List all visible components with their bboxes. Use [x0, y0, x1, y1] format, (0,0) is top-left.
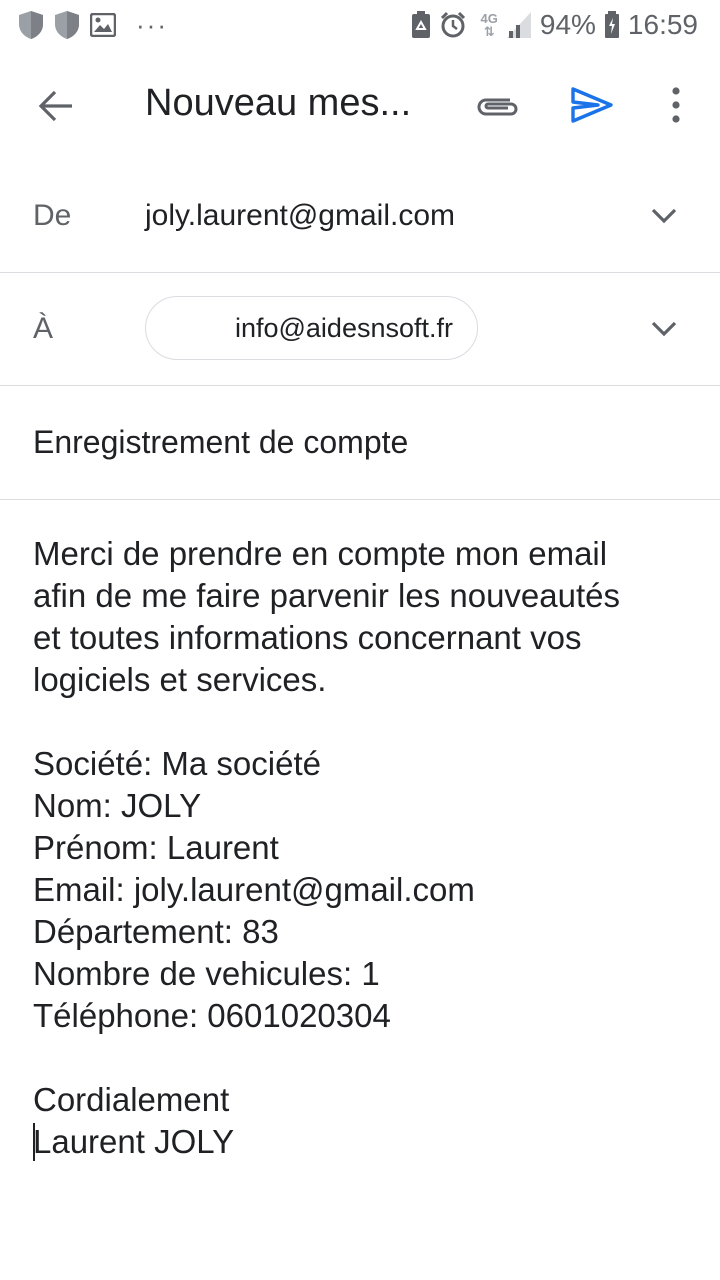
- message-body[interactable]: Merci de prendre en compte mon email afi…: [33, 533, 693, 1163]
- body-line: Département: 83: [33, 913, 279, 950]
- from-value[interactable]: joly.laurent@gmail.com: [145, 199, 455, 233]
- image-icon: [90, 13, 116, 37]
- recipient-email: info@aidesnsoft.fr: [234, 312, 453, 343]
- more-options-button[interactable]: [660, 80, 692, 130]
- body-signature: Laurent JOLY: [33, 1123, 235, 1160]
- divider: [0, 499, 720, 500]
- body-line: afin de me faire parvenir les nouveautés: [33, 577, 621, 614]
- to-label: À: [33, 312, 54, 345]
- from-expand-button[interactable]: [646, 198, 682, 234]
- chevron-down-icon: [651, 208, 677, 224]
- body-line: Prénom: Laurent: [33, 829, 279, 866]
- alarm-icon: [440, 11, 465, 38]
- body-line: Nom: JOLY: [33, 787, 202, 824]
- shield-icon: [55, 11, 79, 39]
- arrow-back-icon: [38, 90, 72, 122]
- network-4g-icon: 4G ⇅: [481, 12, 498, 38]
- body-blank-line: [33, 701, 693, 743]
- body-line: et toutes informations concernant vos: [33, 619, 582, 656]
- chevron-down-icon: [651, 321, 677, 337]
- body-blank-line: [33, 1037, 693, 1079]
- battery-icon: [604, 11, 619, 38]
- recipient-chip[interactable]: info@aidesnsoft.fr: [145, 296, 478, 360]
- more-vertical-icon: [672, 87, 680, 123]
- body-line: Téléphone: 0601020304: [33, 997, 391, 1034]
- body-line: Merci de prendre en compte mon email: [33, 535, 608, 572]
- status-bar-right: 4G ⇅ 94% 16:59: [411, 8, 698, 42]
- body-line: Nombre de vehicules: 1: [33, 955, 380, 992]
- body-line: Société: Ma société: [33, 745, 321, 782]
- to-expand-button[interactable]: [646, 311, 682, 347]
- back-button[interactable]: [26, 82, 86, 130]
- subject-input[interactable]: Enregistrement de compte: [33, 424, 408, 461]
- recycle-icon: [411, 11, 430, 38]
- signal-icon: [506, 12, 531, 38]
- attach-button[interactable]: [470, 82, 526, 130]
- divider: [0, 272, 720, 273]
- body-line: Email: joly.laurent@gmail.com: [33, 871, 475, 908]
- shield-icon: [19, 11, 43, 39]
- status-bar: ··· 4G ⇅ 94% 16:59: [0, 0, 720, 50]
- attachment-icon: [477, 98, 518, 116]
- send-icon: [571, 87, 613, 123]
- compose-title: Nouveau mes...: [145, 82, 412, 124]
- send-button[interactable]: [564, 80, 620, 130]
- app-bar: Nouveau mes...: [0, 60, 720, 150]
- status-bar-left: ···: [18, 10, 168, 40]
- from-label: De: [33, 199, 72, 232]
- network-arrows-icon: ⇅: [483, 24, 495, 39]
- body-line: logiciels et services.: [33, 661, 327, 698]
- battery-percent: 94%: [539, 9, 596, 40]
- body-closing: Cordialement: [33, 1081, 230, 1118]
- clock-time: 16:59: [627, 9, 698, 40]
- divider: [0, 385, 720, 386]
- status-more-dots: ···: [136, 10, 168, 40]
- body-signature-line: Laurent JOLY: [33, 1121, 693, 1163]
